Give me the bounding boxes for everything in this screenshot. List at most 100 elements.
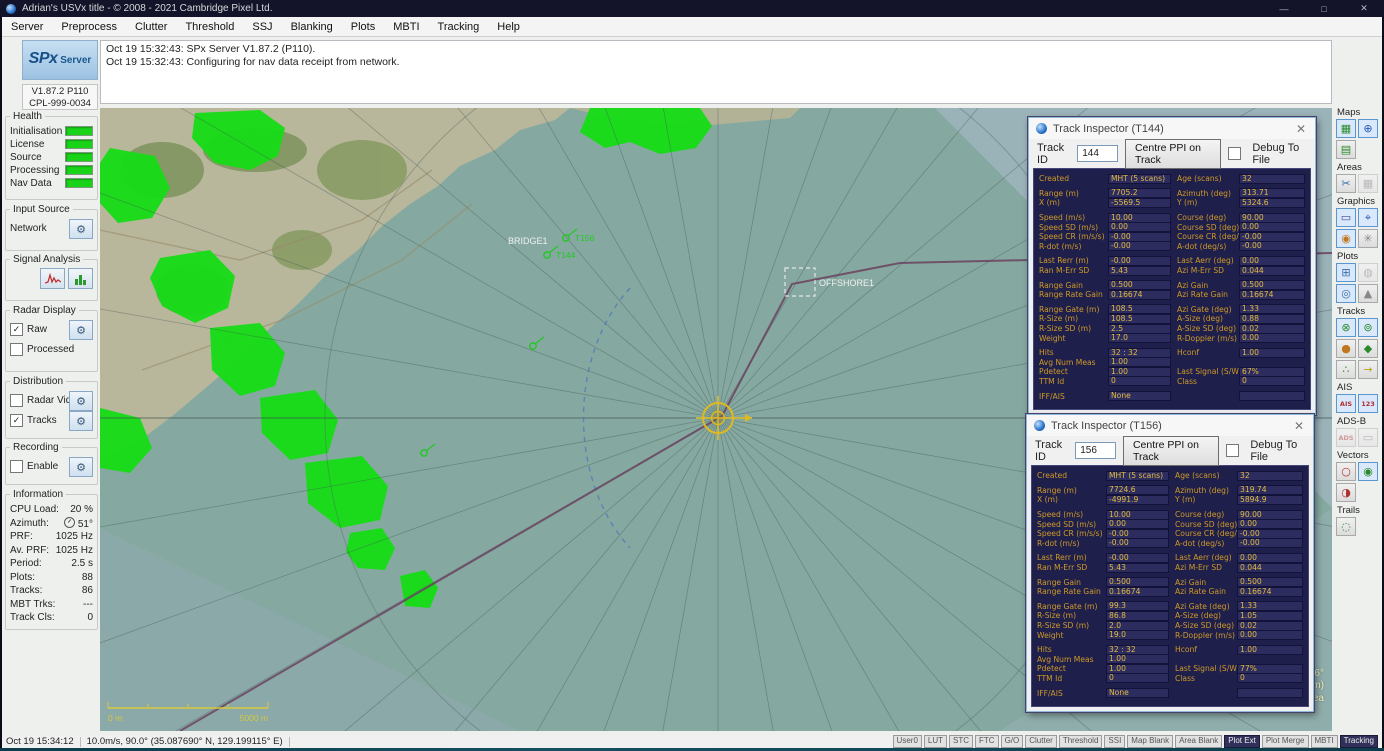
track-follow-icon[interactable]: ◆	[1358, 339, 1378, 358]
plot-tower-icon[interactable]: ▲	[1358, 284, 1378, 303]
field-value: 0.044	[1239, 266, 1305, 276]
track-gate-icon[interactable]: ⊗	[1336, 318, 1356, 337]
status-toggle-tracking[interactable]: Tracking	[1340, 735, 1378, 748]
status-toggle-clutter[interactable]: Clutter	[1025, 735, 1057, 748]
vector-p1-icon[interactable]: ◉	[1358, 462, 1378, 481]
track-id-input[interactable]: 144	[1077, 145, 1118, 162]
track-id-input[interactable]: 156	[1075, 442, 1116, 459]
field-label: X (m)	[1037, 495, 1106, 504]
debug-to-file-checkbox[interactable]	[1228, 147, 1241, 160]
distribution-radar-video-settings-button[interactable]: ⚙	[69, 391, 93, 411]
input-source-settings-button[interactable]: ⚙	[69, 219, 93, 239]
track-swap-icon[interactable]: →	[1358, 360, 1378, 379]
map-layers-icon[interactable]: ▦	[1336, 119, 1356, 138]
plot-centre-icon[interactable]: ◎	[1336, 284, 1356, 303]
close-icon[interactable]: ✕	[1292, 419, 1306, 433]
field-group: Last Rerr (m)-0.00Last Aerr (deg)0.00Ran…	[1037, 553, 1303, 572]
info-row: PRF:1025 Hz	[10, 530, 93, 544]
section-title-ads-b: ADS-B	[1337, 416, 1382, 427]
status-nav-data: 10.0m/s, 90.0° (35.087690° N, 129.199115…	[87, 736, 283, 747]
field-value: 2.0	[1106, 621, 1169, 631]
status-toggle-map-blank[interactable]: Map Blank	[1127, 735, 1173, 748]
plot-grid-icon[interactable]: ⊞	[1336, 263, 1356, 282]
info-label: Tracks:	[10, 585, 42, 596]
map-file-icon[interactable]: ▤	[1336, 140, 1356, 159]
minimize-button[interactable]: —	[1264, 0, 1304, 17]
field-value: 0.16674	[1237, 587, 1303, 597]
ais-device-icon[interactable]: AIS	[1336, 394, 1356, 413]
ascan-button[interactable]	[40, 268, 65, 289]
status-toggle-user0[interactable]: User0	[893, 735, 922, 748]
maximize-button[interactable]: □	[1304, 0, 1344, 17]
globe-icon[interactable]: ⊕	[1358, 119, 1378, 138]
menu-preprocess[interactable]: Preprocess	[52, 18, 126, 36]
field-value: 1.33	[1237, 601, 1303, 611]
scale-min-label: 0 m	[108, 713, 122, 723]
menu-ssj[interactable]: SSJ	[243, 18, 281, 36]
status-toggle-area-blank[interactable]: Area Blank	[1175, 735, 1222, 748]
field-label: Speed SD (m/s)	[1037, 520, 1106, 529]
status-toggle-lut[interactable]: LUT	[924, 735, 947, 748]
field-label: R-Doppler (m/s)	[1177, 334, 1239, 343]
menu-blanking[interactable]: Blanking	[282, 18, 342, 36]
field-value: 67%	[1239, 367, 1305, 377]
distribution-tracks-settings-button[interactable]: ⚙	[69, 411, 93, 431]
section-icons-tracks: ⊗⊚●◆∴→	[1336, 318, 1382, 379]
track-pattern-icon[interactable]: ∴	[1336, 360, 1356, 379]
info-value: 86	[82, 585, 93, 596]
section-icons-plots: ⊞◍◎▲	[1336, 263, 1382, 303]
field-value: 32 : 32	[1108, 348, 1171, 358]
starburst-icon[interactable]: ✳	[1358, 229, 1378, 248]
menu-plots[interactable]: Plots	[342, 18, 384, 36]
radar-display-raw-settings-button[interactable]: ⚙	[69, 320, 93, 340]
status-toggle-plot-ext[interactable]: Plot Ext	[1224, 735, 1260, 748]
menu-tracking[interactable]: Tracking	[429, 18, 489, 36]
radar-display-raw-checkbox[interactable]: ✓	[10, 323, 23, 336]
dialog-titlebar[interactable]: Track Inspector (T156)✕	[1027, 415, 1313, 436]
menu-clutter[interactable]: Clutter	[126, 18, 176, 36]
signal-analysis-group: Signal Analysis	[5, 259, 98, 301]
track-search-icon[interactable]: ●	[1336, 339, 1356, 358]
centre-ppi-button[interactable]: Centre PPI on Track	[1125, 139, 1221, 169]
field-value: 10.00	[1108, 213, 1171, 223]
centre-ppi-button[interactable]: Centre PPI on Track	[1123, 436, 1219, 466]
radar-display-processed-checkbox[interactable]	[10, 343, 23, 356]
select-region-icon[interactable]: ▭	[1336, 208, 1356, 227]
histogram-button[interactable]	[68, 268, 93, 289]
field-label: R-Size SD (m)	[1039, 324, 1108, 333]
menu-mbti[interactable]: MBTI	[384, 18, 428, 36]
input-source-value: Network	[10, 223, 47, 234]
status-toggle-plot-merge[interactable]: Plot Merge	[1262, 735, 1309, 748]
range-marker-icon[interactable]: ◉	[1336, 229, 1356, 248]
area-edit-icon[interactable]: ✂	[1336, 174, 1356, 193]
vector-ii-icon[interactable]: ◑	[1336, 483, 1356, 502]
dialog-titlebar[interactable]: Track Inspector (T144)✕	[1029, 118, 1315, 139]
track-id-label: Track ID	[1035, 439, 1068, 463]
field-row: Pdetect1.00Last Signal (S/W)77%	[1037, 664, 1303, 674]
radar-display-title: Radar Display	[10, 305, 79, 316]
field-label: Last Signal (S/W)	[1177, 367, 1239, 376]
status-toggle-stc[interactable]: STC	[949, 735, 973, 748]
trail-icon[interactable]: ◌	[1336, 517, 1356, 536]
menu-server[interactable]: Server	[2, 18, 52, 36]
debug-to-file-checkbox[interactable]	[1226, 444, 1239, 457]
field-value: 0.00	[1237, 519, 1303, 529]
menu-threshold[interactable]: Threshold	[176, 18, 243, 36]
status-toggle-ftc[interactable]: FTC	[975, 735, 999, 748]
close-button[interactable]: ✕	[1344, 0, 1384, 17]
pick-label-icon[interactable]: ⌖	[1358, 208, 1378, 227]
status-toggle-ssi[interactable]: SSI	[1104, 735, 1125, 748]
status-toggle-g-o[interactable]: G/O	[1001, 735, 1024, 748]
vector-one-icon[interactable]: ○	[1336, 462, 1356, 481]
distribution-tracks-checkbox[interactable]: ✓	[10, 414, 23, 427]
ais-numbers-icon[interactable]: 123	[1358, 394, 1378, 413]
track-dots-icon[interactable]: ⊚	[1358, 318, 1378, 337]
status-toggle-threshold[interactable]: Threshold	[1059, 735, 1103, 748]
recording-enable-settings-button[interactable]: ⚙	[69, 457, 93, 477]
field-row: Pdetect1.00Last Signal (S/W)67%	[1039, 367, 1305, 377]
menu-help[interactable]: Help	[488, 18, 529, 36]
status-toggle-mbti[interactable]: MBTI	[1311, 735, 1338, 748]
recording-enable-checkbox[interactable]	[10, 460, 23, 473]
distribution-radar-video-checkbox[interactable]	[10, 394, 23, 407]
close-icon[interactable]: ✕	[1294, 122, 1308, 136]
